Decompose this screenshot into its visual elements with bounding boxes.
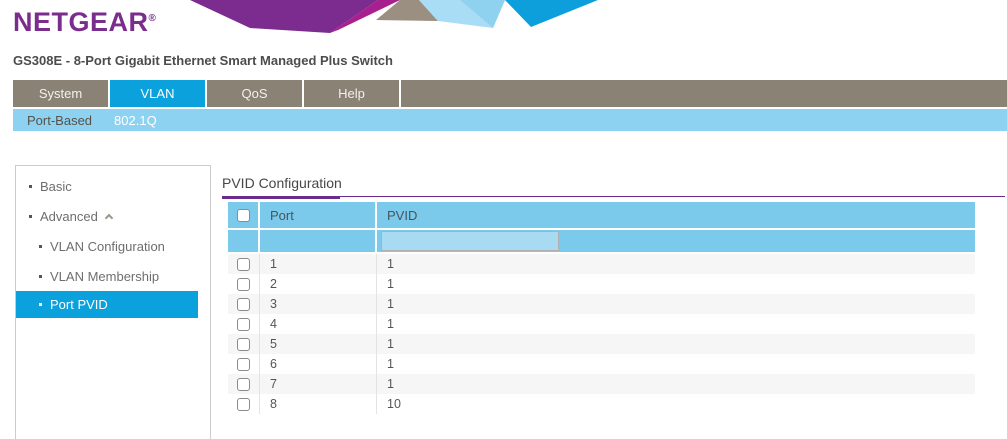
chevron-up-icon [105,213,113,221]
row-checkbox[interactable] [237,258,250,271]
netgear-logo: NETGEAR® [13,7,156,38]
tab-help[interactable]: Help [304,80,401,107]
sidebar-item-vlan-configuration[interactable]: VLAN Configuration [16,231,210,261]
table-row: 8 10 [228,394,975,414]
sidebar: Basic Advanced VLAN Configuration VLAN M… [15,165,211,439]
row-checkbox[interactable] [237,358,250,371]
pvid-cell: 1 [377,374,975,394]
pvid-cell: 1 [377,354,975,374]
sidebar-item-label: Basic [40,179,72,194]
port-cell: 3 [260,294,377,314]
sidebar-item-basic[interactable]: Basic [16,171,210,201]
bullet-icon [39,303,42,306]
port-cell: 5 [260,334,377,354]
table-row: 2 1 [228,274,975,294]
device-title: GS308E - 8-Port Gigabit Ethernet Smart M… [13,53,393,68]
row-checkbox[interactable] [237,278,250,291]
sidebar-item-label: Port PVID [50,297,108,312]
row-checkbox[interactable] [237,318,250,331]
column-header-port: Port [260,202,377,228]
row-checkbox[interactable] [237,298,250,311]
pvid-cell: 1 [377,314,975,334]
main-content: PVID Configuration Port PVID 1 1 2 1 [222,165,1005,414]
sidebar-item-label: VLAN Membership [50,269,159,284]
port-cell: 6 [260,354,377,374]
pvid-table: Port PVID 1 1 2 1 3 1 4 1 [228,202,975,414]
column-header-pvid: PVID [377,202,975,228]
bullet-icon [39,275,42,278]
sidebar-item-label: Advanced [40,209,98,224]
sub-nav: Port-Based 802.1Q [13,109,1007,131]
port-cell: 8 [260,394,377,414]
pvid-cell: 1 [377,254,975,274]
banner-graphic [185,0,600,34]
port-cell: 4 [260,314,377,334]
subnav-8021q[interactable]: 802.1Q [114,113,157,128]
bullet-icon [29,185,32,188]
table-row: 4 1 [228,314,975,334]
table-row: 3 1 [228,294,975,314]
table-header-row: Port PVID [228,202,975,228]
row-checkbox[interactable] [237,378,250,391]
sidebar-item-vlan-membership[interactable]: VLAN Membership [16,261,210,291]
port-cell: 7 [260,374,377,394]
select-all-checkbox[interactable] [237,209,250,222]
pvid-filter-input[interactable] [381,231,559,251]
tab-vlan[interactable]: VLAN [110,80,207,107]
sidebar-item-advanced[interactable]: Advanced [16,201,210,231]
subnav-port-based[interactable]: Port-Based [27,113,92,128]
bullet-icon [29,215,32,218]
pvid-cell: 1 [377,294,975,314]
table-row: 5 1 [228,334,975,354]
registered-mark: ® [149,13,157,24]
pvid-cell: 1 [377,334,975,354]
table-row: 7 1 [228,374,975,394]
table-row: 1 1 [228,254,975,274]
row-checkbox[interactable] [237,338,250,351]
pvid-cell: 10 [377,394,975,414]
page-title: PVID Configuration [222,175,1005,191]
tab-system[interactable]: System [13,80,110,107]
main-nav: System VLAN QoS Help [13,80,1007,107]
heading-underline [222,196,1005,199]
table-row: 6 1 [228,354,975,374]
sidebar-item-port-pvid[interactable]: Port PVID [16,291,198,318]
row-checkbox[interactable] [237,398,250,411]
port-cell: 1 [260,254,377,274]
pvid-cell: 1 [377,274,975,294]
bullet-icon [39,245,42,248]
sidebar-item-label: VLAN Configuration [50,239,165,254]
port-cell: 2 [260,274,377,294]
table-filter-row [228,230,975,252]
tab-qos[interactable]: QoS [207,80,304,107]
